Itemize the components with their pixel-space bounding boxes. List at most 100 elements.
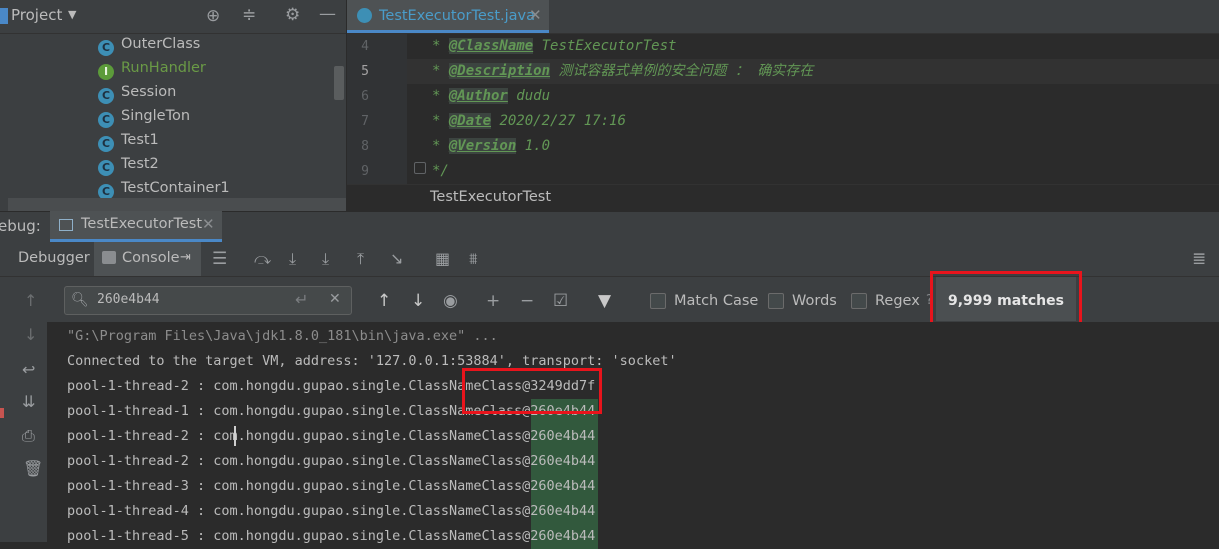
match-case-checkbox[interactable]: [650, 293, 666, 309]
chevron-down-icon[interactable]: ▼: [68, 8, 76, 21]
tree-item-label: SingleTon: [121, 108, 191, 124]
search-icon[interactable]: 🔍︎: [71, 292, 89, 308]
editor-tab-label: TestExecutorTest.java: [379, 8, 535, 24]
javadoc-tag: @Version: [448, 138, 517, 154]
tree-item[interactable]: C Session: [98, 80, 176, 104]
close-icon[interactable]: ✕: [202, 215, 215, 233]
line-number: 7: [361, 114, 369, 129]
layout-icon[interactable]: ≣: [1192, 251, 1206, 268]
line-number: 8: [361, 139, 369, 154]
javadoc-tag: @Description: [448, 63, 551, 79]
step-over-icon[interactable]: ⤓: [289, 251, 296, 267]
fold-icon[interactable]: [414, 162, 426, 174]
tab-console[interactable]: Console ⇥: [94, 242, 201, 276]
remove-occurrence-icon[interactable]: −: [520, 293, 534, 310]
evaluate-icon[interactable]: ▦: [435, 251, 450, 267]
class-icon: C: [98, 88, 114, 104]
tree-item[interactable]: I RunHandler: [98, 56, 206, 80]
find-all-icon[interactable]: ◉: [443, 293, 458, 310]
tree-item[interactable]: C Test1: [98, 128, 159, 152]
run-to-cursor-icon[interactable]: ↘: [390, 251, 403, 267]
code-line[interactable]: * @Version 1.0: [432, 134, 550, 159]
project-title[interactable]: Project: [11, 6, 62, 24]
select-all-occurrences-icon[interactable]: ☑: [553, 293, 568, 310]
tree-item-label: TestContainer1: [121, 180, 230, 196]
pin-icon[interactable]: ⇥: [180, 250, 191, 265]
soft-wrap-icon[interactable]: ↩: [22, 362, 35, 378]
previous-match-icon[interactable]: ↑: [377, 293, 391, 310]
breadcrumb-bar: TestExecutorTest: [347, 184, 1219, 212]
console-line: pool-1-thread-3 : com.hongdu.gupao.singl…: [67, 478, 596, 494]
tree-horizontal-scrollbar[interactable]: [8, 198, 346, 211]
class-file-icon: [357, 8, 372, 23]
project-view-icon[interactable]: [0, 8, 8, 24]
tree-item-label: RunHandler: [121, 60, 206, 76]
print-icon[interactable]: ⎙: [22, 428, 35, 444]
words-label[interactable]: Words: [792, 291, 837, 311]
code-line[interactable]: * @Description 测试容器式单例的安全问题 ： 确实存在: [432, 59, 813, 84]
filter-icon[interactable]: ▼: [598, 293, 611, 310]
tree-scrollbar[interactable]: [334, 66, 344, 100]
tree-item[interactable]: C OuterClass: [98, 32, 200, 56]
scroll-to-end-icon[interactable]: ⇊: [22, 394, 35, 410]
regex-checkbox[interactable]: [851, 293, 867, 309]
hide-panel-icon[interactable]: —: [319, 6, 336, 23]
breakpoint-marker: [0, 408, 4, 418]
words-checkbox[interactable]: [768, 293, 784, 309]
search-input[interactable]: 🔍︎ 260e4b44 ↵ ✕: [64, 286, 352, 315]
tree-item-label: OuterClass: [121, 36, 201, 52]
text-cursor: [234, 426, 236, 446]
tree-item-label: Session: [121, 84, 177, 100]
next-match-icon[interactable]: ↓: [411, 293, 425, 310]
line-number: 9: [361, 164, 369, 179]
code-line[interactable]: * @ClassName TestExecutorTest: [432, 34, 676, 59]
clear-icon[interactable]: ✕: [329, 291, 341, 307]
javadoc-tag: @ClassName: [448, 38, 534, 54]
newline-icon[interactable]: ↵: [295, 290, 308, 309]
step-into-icon[interactable]: ⤓: [322, 251, 329, 267]
console-line: "G:\Program Files\Java\jdk1.8.0_181\bin\…: [67, 328, 498, 344]
trace-icon[interactable]: ⩩: [469, 251, 478, 267]
menu-icon[interactable]: ☰: [212, 251, 227, 268]
gear-icon[interactable]: ⚙: [285, 7, 300, 24]
tree-item[interactable]: C SingleTon: [98, 104, 190, 128]
add-occurrence-icon[interactable]: +: [486, 293, 500, 310]
step-out-icon[interactable]: ⤒: [357, 251, 364, 267]
arrow-down-icon[interactable]: ↓: [24, 327, 37, 343]
arrow-up-icon[interactable]: ↑: [24, 293, 37, 309]
tab-debugger[interactable]: Debugger: [18, 250, 90, 266]
line-number: 5: [361, 64, 369, 79]
regex-label[interactable]: Regex: [875, 291, 920, 311]
console-line: pool-1-thread-5 : com.hongdu.gupao.singl…: [67, 528, 596, 544]
tree-item[interactable]: C TestContainer1: [98, 176, 230, 200]
search-query[interactable]: 260e4b44: [97, 292, 160, 307]
tree-item-label: Test1: [121, 132, 159, 148]
interface-icon: I: [98, 64, 114, 80]
javadoc-tag: @Date: [448, 113, 492, 129]
close-icon[interactable]: ✕: [529, 6, 542, 24]
show-execution-point-icon[interactable]: ⤼: [254, 251, 271, 267]
breadcrumb[interactable]: TestExecutorTest: [430, 189, 551, 205]
class-icon: C: [98, 40, 114, 56]
debug-session-label: TestExecutorTest: [81, 216, 203, 232]
hash-annotation: [462, 368, 602, 414]
collapse-all-icon[interactable]: ≑: [242, 7, 256, 24]
debug-session-tab[interactable]: TestExecutorTest ✕: [50, 211, 222, 242]
console-line: pool-1-thread-2 : com.hongdu.gupao.singl…: [67, 428, 596, 444]
session-icon: [59, 219, 73, 231]
code-line[interactable]: * @Author dudu: [432, 84, 550, 109]
tree-item[interactable]: C Test2: [98, 152, 159, 176]
class-icon: C: [98, 160, 114, 176]
editor-tab[interactable]: TestExecutorTest.java ✕: [347, 0, 549, 33]
code-line[interactable]: */: [432, 159, 449, 184]
code-line[interactable]: * @Date 2020/2/27 17:16: [432, 109, 626, 134]
console-line: pool-1-thread-4 : com.hongdu.gupao.singl…: [67, 503, 596, 519]
trash-icon[interactable]: 🗑: [23, 461, 43, 477]
match-case-label[interactable]: Match Case: [674, 291, 758, 311]
debug-label: ebug:: [0, 217, 41, 235]
line-number: 6: [361, 89, 369, 104]
javadoc-tag: @Author: [448, 88, 508, 104]
class-icon: C: [98, 136, 114, 152]
class-icon: C: [98, 112, 114, 128]
locate-icon[interactable]: ⊕: [206, 8, 220, 25]
